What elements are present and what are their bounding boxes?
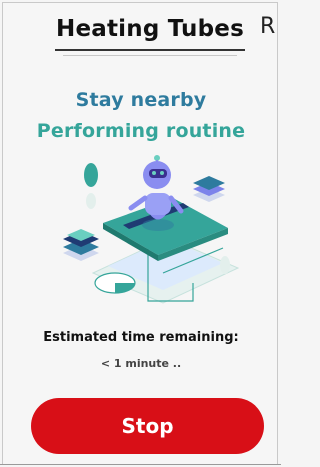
page-title: Heating Tubes [56, 16, 244, 42]
title-shadow-line [63, 55, 237, 56]
bottom-divider [0, 464, 281, 465]
stop-button[interactable]: Stop [31, 398, 264, 454]
robot-illustration-icon [63, 155, 240, 304]
right-stack [193, 176, 225, 202]
green-pill-top [84, 163, 98, 187]
status-title: Stay nearby [75, 89, 207, 111]
left-stack [63, 229, 99, 261]
time-remaining-value: < 1 minute .. [100, 357, 182, 370]
corner-letter: R [260, 14, 276, 39]
pill-shadow-right [220, 256, 230, 274]
title-underline [55, 49, 245, 51]
time-remaining-label: Estimated time remaining: [43, 330, 239, 345]
app-screen: Heating Tubes R Stay nearby Performing r… [2, 2, 278, 464]
green-pill-shadow [86, 193, 96, 209]
dial-disk [94, 272, 136, 294]
status-subtitle: Performing routine [36, 120, 246, 142]
